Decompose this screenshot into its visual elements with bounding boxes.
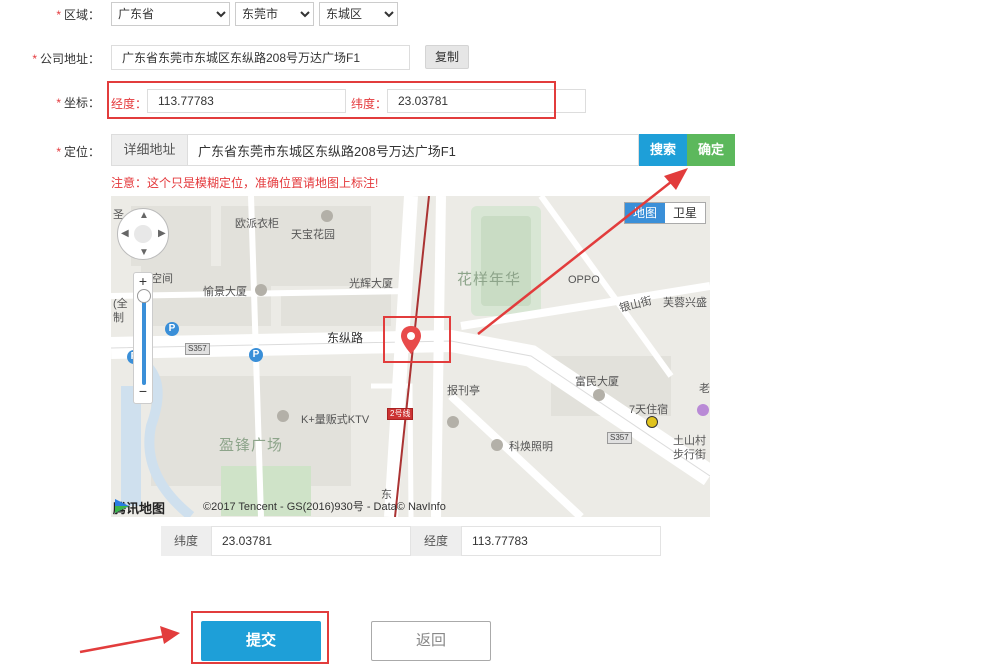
annotation-arrows [79, 168, 688, 654]
